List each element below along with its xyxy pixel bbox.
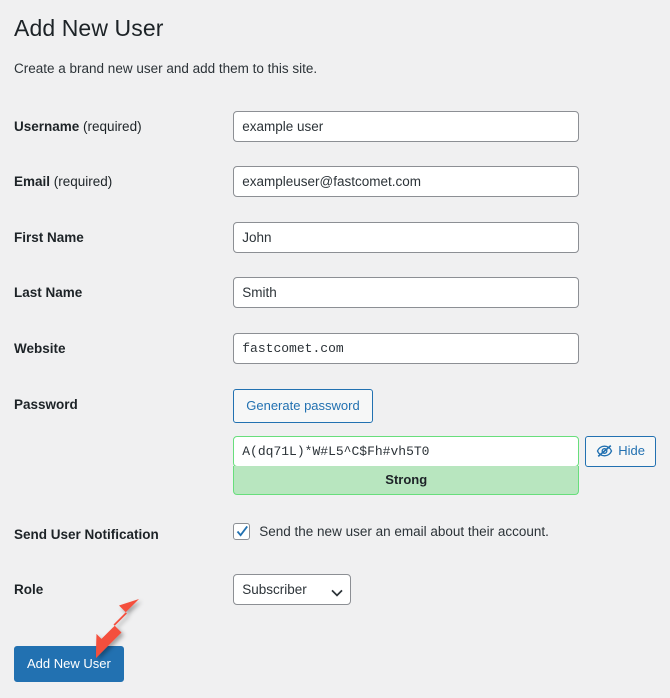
submit-area: Add New User bbox=[14, 622, 656, 692]
generate-password-button[interactable]: Generate password bbox=[233, 388, 373, 423]
username-required-note: (required) bbox=[79, 118, 142, 134]
add-new-user-submit-button[interactable]: Add New User bbox=[14, 646, 124, 683]
last-name-input[interactable] bbox=[233, 277, 580, 309]
form-row-email: Email (required) bbox=[14, 154, 656, 210]
username-label-text: Username bbox=[14, 118, 80, 134]
website-input[interactable] bbox=[233, 332, 580, 364]
password-stack: Strong bbox=[233, 435, 580, 495]
email-input[interactable] bbox=[233, 166, 580, 198]
website-label: Website bbox=[14, 340, 66, 356]
send-notification-label: Send User Notification bbox=[14, 526, 159, 542]
form-row-send-notification: Send User Notification Send the new user… bbox=[14, 507, 656, 563]
send-notification-row: Send the new user an email about their a… bbox=[233, 519, 656, 541]
first-name-label: First Name bbox=[14, 229, 84, 245]
last-name-label: Last Name bbox=[14, 285, 83, 301]
add-new-user-page: Add New User Create a brand new user and… bbox=[0, 0, 670, 698]
username-label: Username (required) bbox=[14, 99, 233, 155]
checkmark-icon bbox=[237, 525, 249, 537]
password-label: Password bbox=[14, 396, 78, 412]
form-row-role: Role Subscriber bbox=[14, 562, 656, 622]
add-user-form: Username (required) Email (required) Fir… bbox=[14, 99, 656, 622]
role-label: Role bbox=[14, 582, 44, 598]
form-row-website: Website bbox=[14, 321, 656, 377]
page-title: Add New User bbox=[14, 15, 164, 41]
eye-slash-icon bbox=[596, 444, 613, 458]
form-row-last-name: Last Name bbox=[14, 265, 656, 321]
form-row-password: Password Generate password Strong bbox=[14, 377, 656, 507]
username-input[interactable] bbox=[233, 110, 580, 142]
hide-password-label: Hide bbox=[618, 443, 645, 459]
email-required-note: (required) bbox=[50, 174, 113, 190]
form-row-first-name: First Name bbox=[14, 210, 656, 266]
email-label-text: Email bbox=[14, 174, 51, 190]
first-name-input[interactable] bbox=[233, 221, 580, 253]
role-select[interactable]: Subscriber bbox=[233, 574, 352, 606]
password-input[interactable] bbox=[233, 435, 580, 467]
page-description: Create a brand new user and add them to … bbox=[14, 60, 318, 76]
password-strength-indicator: Strong bbox=[233, 465, 580, 495]
hide-password-button[interactable]: Hide bbox=[585, 435, 656, 467]
password-entry-row: Strong Hide bbox=[233, 435, 656, 495]
email-label: Email (required) bbox=[14, 154, 233, 210]
send-notification-checkbox[interactable] bbox=[233, 522, 251, 540]
role-select-wrapper[interactable]: Subscriber bbox=[233, 574, 352, 606]
form-row-username: Username (required) bbox=[14, 99, 656, 155]
send-notification-text: Send the new user an email about their a… bbox=[259, 523, 549, 539]
